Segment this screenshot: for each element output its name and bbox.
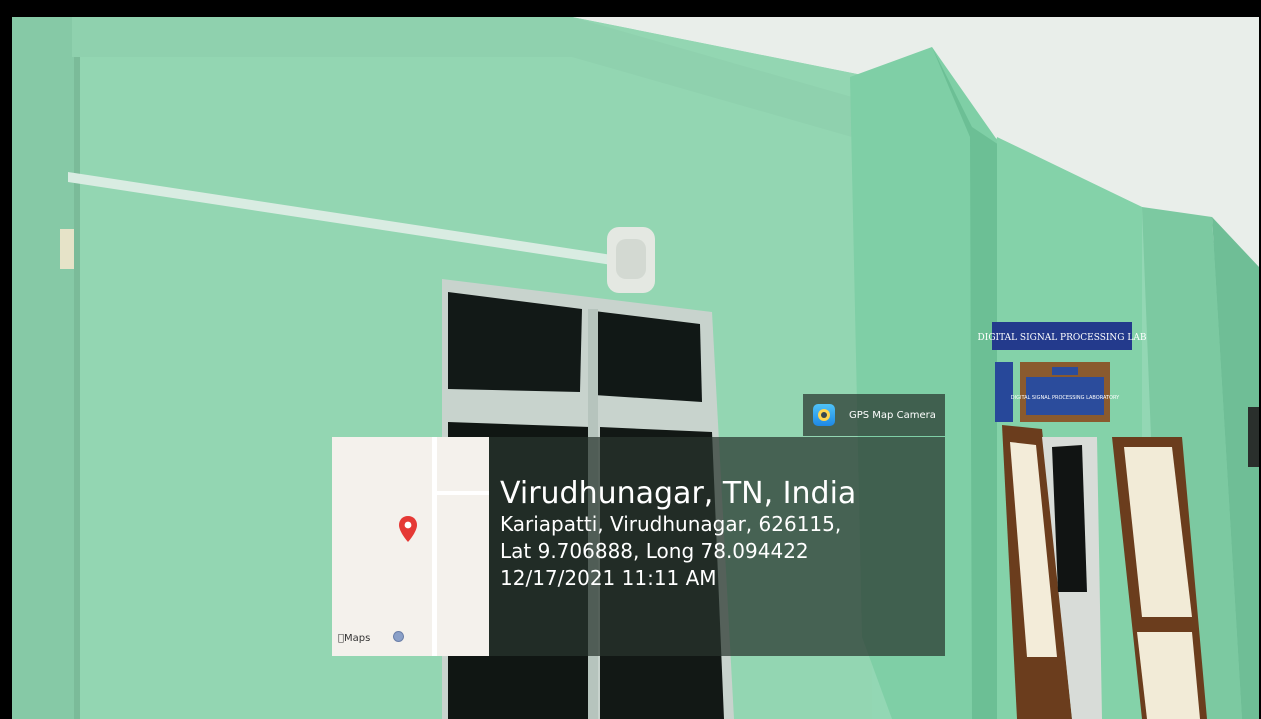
gps-info-panel: Maps Virudhunagar, TN, India Kariapatti… xyxy=(332,437,945,656)
address: Kariapatti, Virudhunagar, 626115, xyxy=(500,512,842,536)
legal-info-icon xyxy=(393,631,404,642)
coordinates: Lat 9.706888, Long 78.094422 xyxy=(500,539,809,563)
lab-sign-text: DIGITAL SIGNAL PROCESSING LAB xyxy=(978,333,1147,343)
door-sign-text: DIGITAL SIGNAL PROCESSING LABORATORY xyxy=(1011,395,1120,401)
map-road xyxy=(432,491,489,495)
location-details: Virudhunagar, TN, India Kariapatti, Viru… xyxy=(500,477,856,592)
location-pin-icon xyxy=(399,516,417,542)
gps-map-camera-tag: GPS Map Camera xyxy=(803,394,945,436)
maps-brand: Maps xyxy=(338,633,370,644)
photo: DIGITAL SIGNAL PROCESSING LAB DIGITAL SI… xyxy=(12,17,1259,719)
location-title: Virudhunagar, TN, India xyxy=(500,476,857,511)
camera-lens-icon xyxy=(813,404,835,426)
map-road xyxy=(432,437,437,656)
map-thumbnail: Maps xyxy=(332,437,489,656)
datetime: 12/17/2021 11:11 AM xyxy=(500,566,717,590)
gps-app-name: GPS Map Camera xyxy=(849,409,936,421)
